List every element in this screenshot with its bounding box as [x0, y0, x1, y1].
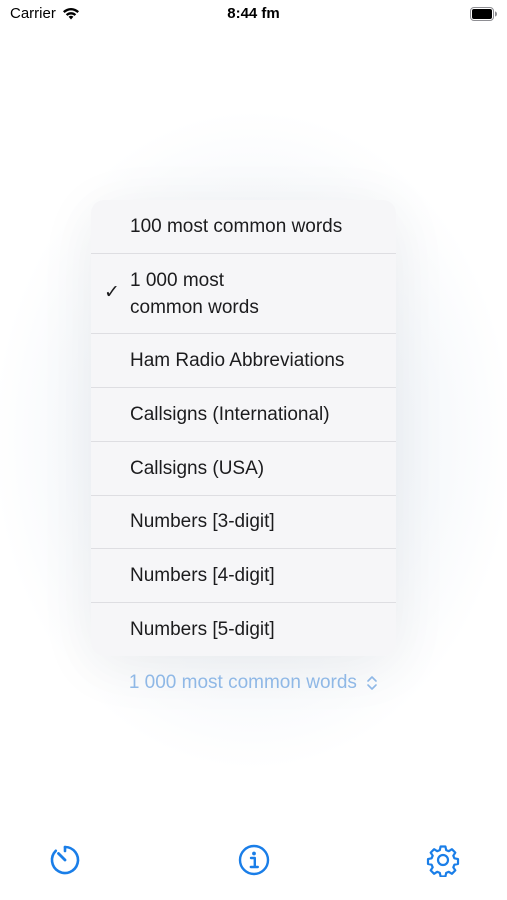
battery-icon: [470, 7, 497, 21]
menu-item-label: Ham Radio Abbreviations: [130, 350, 345, 371]
selector-label: 1 000 most common words: [128, 672, 357, 693]
menu-item-numbers-5-digit[interactable]: Numbers [5-digit]: [91, 603, 396, 656]
menu-item-1000-common-words[interactable]: ✓ 1 000 most common words: [91, 254, 396, 334]
timer-icon[interactable]: [48, 843, 82, 877]
menu-item-label: Callsigns (USA): [130, 458, 265, 479]
menu-item-label: Callsigns (International): [130, 404, 330, 425]
menu-item-label: 100 most common words: [130, 216, 343, 237]
menu-item-callsigns-usa[interactable]: Callsigns (USA): [91, 442, 396, 496]
menu-item-label: Numbers [5-digit]: [130, 619, 275, 640]
menu-item-callsigns-international[interactable]: Callsigns (International): [91, 388, 396, 442]
menu-item-numbers-4-digit[interactable]: Numbers [4-digit]: [91, 549, 396, 603]
status-bar: Carrier 8:44 fm: [0, 0, 507, 30]
menu-item-label: 1 000 most common words: [130, 270, 259, 318]
checkmark-icon: ✓: [104, 282, 120, 303]
word-list-selector[interactable]: 1 000 most common words: [0, 672, 507, 694]
menu-item-label: Numbers [3-digit]: [130, 511, 275, 532]
menu-item-100-common-words[interactable]: 100 most common words: [91, 200, 396, 254]
menu-item-ham-radio-abbreviations[interactable]: Ham Radio Abbreviations: [91, 334, 396, 388]
chevron-up-down-icon: [367, 676, 377, 690]
status-time: 8:44 fm: [227, 5, 280, 22]
menu-item-numbers-3-digit[interactable]: Numbers [3-digit]: [91, 496, 396, 549]
gear-icon[interactable]: [426, 843, 460, 877]
info-icon[interactable]: [237, 843, 271, 877]
word-list-menu: 100 most common words ✓ 1 000 most commo…: [91, 200, 396, 656]
menu-item-label: Numbers [4-digit]: [130, 565, 275, 586]
